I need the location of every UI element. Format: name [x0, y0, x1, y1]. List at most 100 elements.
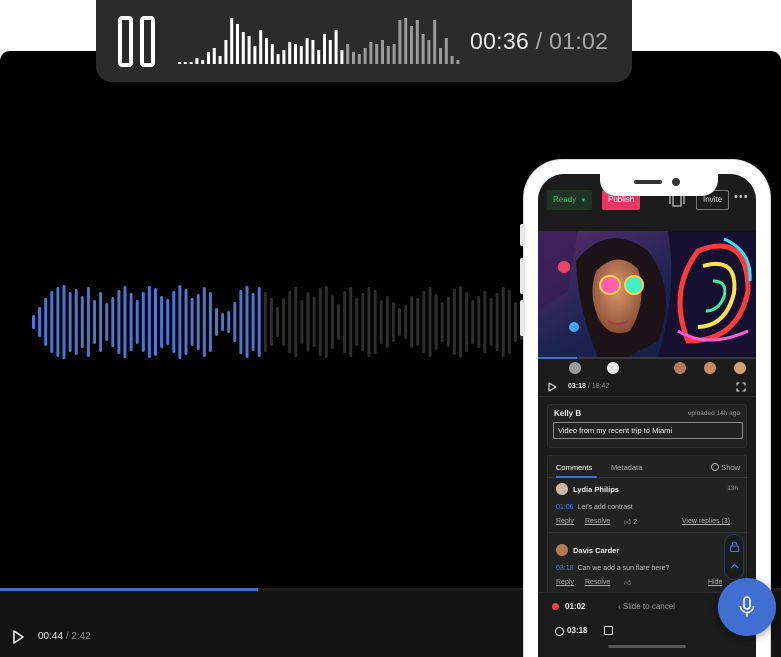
recording-waveform-bar	[433, 20, 437, 64]
waveform-bar	[123, 286, 127, 358]
upload-time: uploaded 14h ago	[687, 410, 740, 417]
media-controls: 03:18 / 18:42	[538, 377, 756, 397]
waveform-bar	[312, 297, 316, 347]
player-duration: 2:42	[71, 631, 91, 642]
waveform-bar	[294, 287, 298, 357]
waveform-bar	[160, 296, 164, 348]
more-options-icon[interactable]: •••	[734, 191, 749, 203]
show-toggle[interactable]: Show	[711, 463, 740, 472]
waveform-bar	[282, 298, 286, 346]
waveform-bar	[337, 304, 340, 340]
pause-icon[interactable]	[118, 16, 158, 68]
waveform-bar	[330, 295, 334, 349]
waveform-bar	[178, 285, 182, 359]
waveform-bar	[172, 291, 176, 353]
status-dropdown[interactable]: Ready ▼	[547, 190, 593, 210]
view-replies-link[interactable]: View replies (3)	[682, 518, 730, 525]
waveform-bar	[404, 305, 408, 339]
thumbs-up-icon: 👍︎	[624, 580, 632, 587]
asset-title-field[interactable]: Video from my recent trip to Miami	[553, 422, 743, 439]
waveform-bar	[147, 286, 151, 358]
show-label: Show	[721, 463, 740, 472]
hide-button[interactable]: Hide	[708, 579, 722, 586]
avatar	[556, 544, 568, 556]
recording-waveform-bar	[218, 56, 222, 64]
avatar[interactable]	[704, 362, 716, 374]
comment-timestamp-link[interactable]: 01:06	[556, 504, 574, 511]
fullscreen-icon[interactable]	[736, 382, 746, 392]
recording-waveform-bar	[439, 48, 442, 64]
waveform-bar	[257, 287, 261, 357]
waveform-bar	[367, 287, 371, 357]
waveform-bar	[513, 302, 517, 342]
waveform-bar	[141, 292, 145, 352]
waveform-bar	[288, 291, 292, 353]
recording-waveform-bar	[427, 40, 431, 64]
tab-metadata[interactable]: Metadata	[611, 463, 642, 472]
like-button[interactable]: 👍︎	[624, 578, 631, 587]
waveform-bar	[459, 286, 462, 358]
video-thumbnail[interactable]	[538, 231, 756, 357]
waveform-bar	[129, 293, 133, 351]
recording-lock-control[interactable]	[724, 534, 744, 580]
waveform-bar	[428, 287, 432, 357]
waveform-bar	[318, 288, 322, 356]
chevron-left-icon: ‹	[618, 602, 621, 611]
recording-waveform-bar	[398, 20, 402, 64]
recording-waveform-bar	[224, 40, 228, 64]
recording-waveform-bar	[352, 52, 355, 64]
like-button[interactable]: 👍︎ 2	[624, 517, 637, 526]
recording-waveform-bar	[346, 44, 350, 64]
avatar[interactable]	[607, 362, 619, 374]
avatar[interactable]	[674, 362, 686, 374]
waveform-bar	[434, 294, 438, 350]
recording-waveform-bar	[241, 32, 245, 64]
tab-comments[interactable]: Comments	[556, 463, 592, 472]
comment-item: Lydia Philips 13h 01:06 Let's add contras…	[548, 480, 748, 544]
media-current-time: 03:18	[568, 383, 586, 390]
waveform-bar	[190, 298, 194, 346]
waveform-bar	[80, 296, 84, 348]
recording-waveform-bar	[404, 18, 408, 64]
recording-waveform	[178, 18, 460, 64]
waveform-bar	[324, 286, 328, 358]
reply-button[interactable]: Reply	[556, 579, 574, 586]
recording-waveform-bar	[317, 50, 321, 64]
waveform-bar	[184, 289, 188, 355]
player-time: 00:44 / 2:42	[38, 631, 91, 642]
recording-waveform-bar	[311, 40, 315, 64]
comment-text: Can we add a sun flare here?	[577, 565, 670, 572]
waveform-bar	[50, 291, 54, 353]
slide-to-cancel-label: Slide to cancel	[622, 602, 675, 611]
media-time: 03:18 / 18:42	[568, 383, 609, 390]
microphone-icon	[739, 596, 755, 617]
comment-timestamp-link[interactable]: 03:18	[556, 565, 574, 572]
checkbox-icon[interactable]	[604, 626, 613, 635]
waveform-bar	[68, 292, 72, 352]
reply-button[interactable]: Reply	[556, 518, 574, 525]
avatar[interactable]	[569, 362, 581, 374]
waveform-bar	[99, 292, 103, 352]
play-icon[interactable]	[547, 382, 557, 392]
waveform-bar	[245, 286, 249, 358]
waveform-bar	[196, 294, 200, 350]
waveform-bar	[86, 287, 90, 357]
waveform-bar	[208, 292, 212, 352]
waveform-bar	[416, 298, 420, 346]
waveform-bar	[373, 290, 377, 354]
waveform-bar	[32, 315, 35, 329]
resolve-button[interactable]: Resolve	[585, 518, 610, 525]
play-icon[interactable]	[10, 629, 26, 645]
waveform-bar	[385, 296, 389, 348]
waveform-bar	[239, 290, 243, 354]
avatar[interactable]	[734, 362, 746, 374]
waveform-bar	[269, 298, 273, 346]
microphone-button[interactable]	[718, 578, 776, 636]
slide-to-cancel[interactable]: ‹ Slide to cancel	[618, 602, 675, 611]
recording-waveform-bar	[207, 52, 210, 64]
waveform-bar	[391, 302, 395, 342]
recording-waveform-bar	[212, 48, 216, 64]
waveform-bar	[483, 291, 487, 353]
recording-waveform-bar	[282, 50, 286, 64]
resolve-button[interactable]: Resolve	[585, 579, 610, 586]
